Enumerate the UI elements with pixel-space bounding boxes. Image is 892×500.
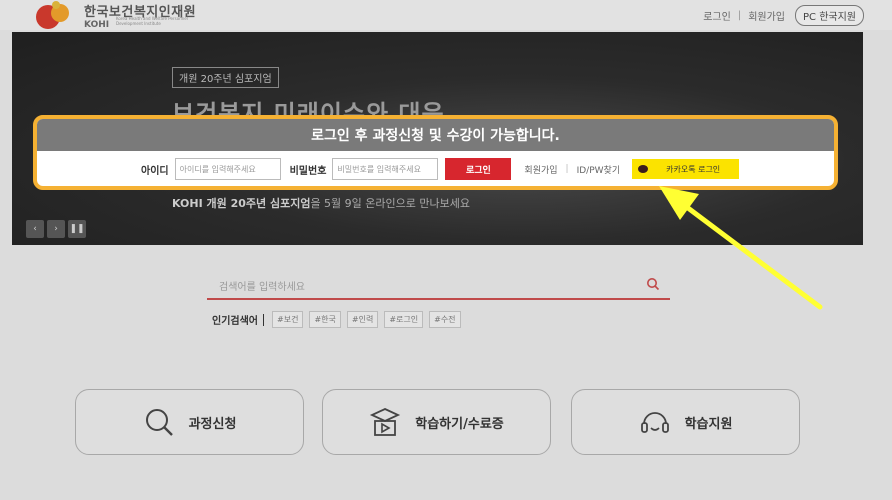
header-signup-link[interactable]: 회원가입 bbox=[748, 8, 785, 23]
banner-tag: 개원 20주년 심포지엄 bbox=[172, 67, 279, 88]
kakao-login-button[interactable]: 카카오톡 로그인 bbox=[632, 159, 740, 179]
search-bar[interactable]: 검색어를 입력하세요 bbox=[207, 270, 670, 300]
banner-desc-rest: 을 5월 9일 온라인으로 만나보세요 bbox=[310, 197, 470, 210]
card-label: 학습지원 bbox=[684, 416, 733, 432]
divider: | bbox=[737, 10, 742, 21]
find-id-pw-link[interactable]: ID/PW찾기 bbox=[577, 163, 621, 176]
banner-pause-icon[interactable]: ❚❚ bbox=[68, 220, 86, 238]
banner-prev-icon[interactable]: ‹ bbox=[26, 220, 44, 238]
kakao-talk-icon bbox=[638, 165, 649, 173]
keyword-tag[interactable]: #보건 bbox=[272, 311, 304, 328]
card-label: 과정신청 bbox=[188, 416, 237, 432]
headset-icon bbox=[640, 412, 669, 433]
id-label: 아이디 bbox=[141, 165, 169, 177]
kohi-logo-icon[interactable] bbox=[30, 0, 76, 30]
search-icon bbox=[145, 409, 173, 436]
card-label: 학습하기/수료증 bbox=[415, 416, 504, 432]
id-input[interactable]: 아이디를 입력해주세요 bbox=[174, 158, 281, 180]
divider: | bbox=[565, 164, 569, 174]
password-label: 비밀번호 bbox=[289, 165, 327, 177]
signup-link[interactable]: 회원가입 bbox=[524, 163, 557, 176]
search-icon[interactable] bbox=[646, 277, 660, 291]
header-login-link[interactable]: 로그인 bbox=[703, 8, 731, 23]
kakao-login-label: 카카오톡 로그인 bbox=[666, 164, 721, 174]
password-input[interactable]: 비밀번호를 입력해주세요 bbox=[332, 158, 439, 180]
top-links: 로그인 | 회원가입 PC 한국지원 bbox=[703, 5, 864, 26]
banner-desc-bold: KOHI 개원 20주년 심포지엄 bbox=[172, 197, 311, 210]
site-header: 한국보건복지인재원 KOHI Korea Health and Welfare … bbox=[0, 0, 892, 30]
keyword-tag[interactable]: #인력 bbox=[346, 311, 379, 328]
login-form-row: 아이디 아이디를 입력해주세요 비밀번호 비밀번호를 입력해주세요 로그인 회원… bbox=[37, 152, 834, 186]
keyword-tag[interactable]: #수전 bbox=[429, 311, 461, 328]
learning-support-card[interactable]: 학습지원 bbox=[571, 389, 800, 455]
learning-certificate-card[interactable]: 학습하기/수료증 bbox=[322, 389, 551, 455]
banner-controls: ‹ › ❚❚ bbox=[26, 220, 86, 238]
graduation-book-icon bbox=[370, 408, 401, 436]
course-apply-card[interactable]: 과정신청 bbox=[75, 389, 304, 455]
banner-next-icon[interactable]: › bbox=[47, 220, 65, 238]
search-input[interactable]: 검색어를 입력하세요 bbox=[219, 278, 305, 293]
logo-subtitle: Korea Health and Welfare Personnel Devel… bbox=[116, 16, 188, 26]
keyword-tag[interactable]: #로그인 bbox=[384, 311, 424, 328]
banner-description: KOHI 개원 20주년 심포지엄을 5월 9일 온라인으로 만나보세요 bbox=[172, 195, 470, 211]
pc-version-button[interactable]: PC 한국지원 bbox=[795, 5, 864, 26]
popular-title: 인기검색어 bbox=[212, 316, 258, 327]
divider bbox=[263, 313, 264, 326]
login-button[interactable]: 로그인 bbox=[445, 158, 512, 180]
popular-keywords: 인기검색어 #보건 #한국 #인력 #로그인 #수전 bbox=[212, 311, 467, 328]
login-highlight-box: 로그인 후 과정신청 및 수강이 가능합니다. 아이디 아이디를 입력해주세요 … bbox=[33, 115, 838, 190]
login-heading: 로그인 후 과정신청 및 수강이 가능합니다. bbox=[37, 119, 834, 151]
keyword-tag[interactable]: #한국 bbox=[309, 311, 341, 328]
